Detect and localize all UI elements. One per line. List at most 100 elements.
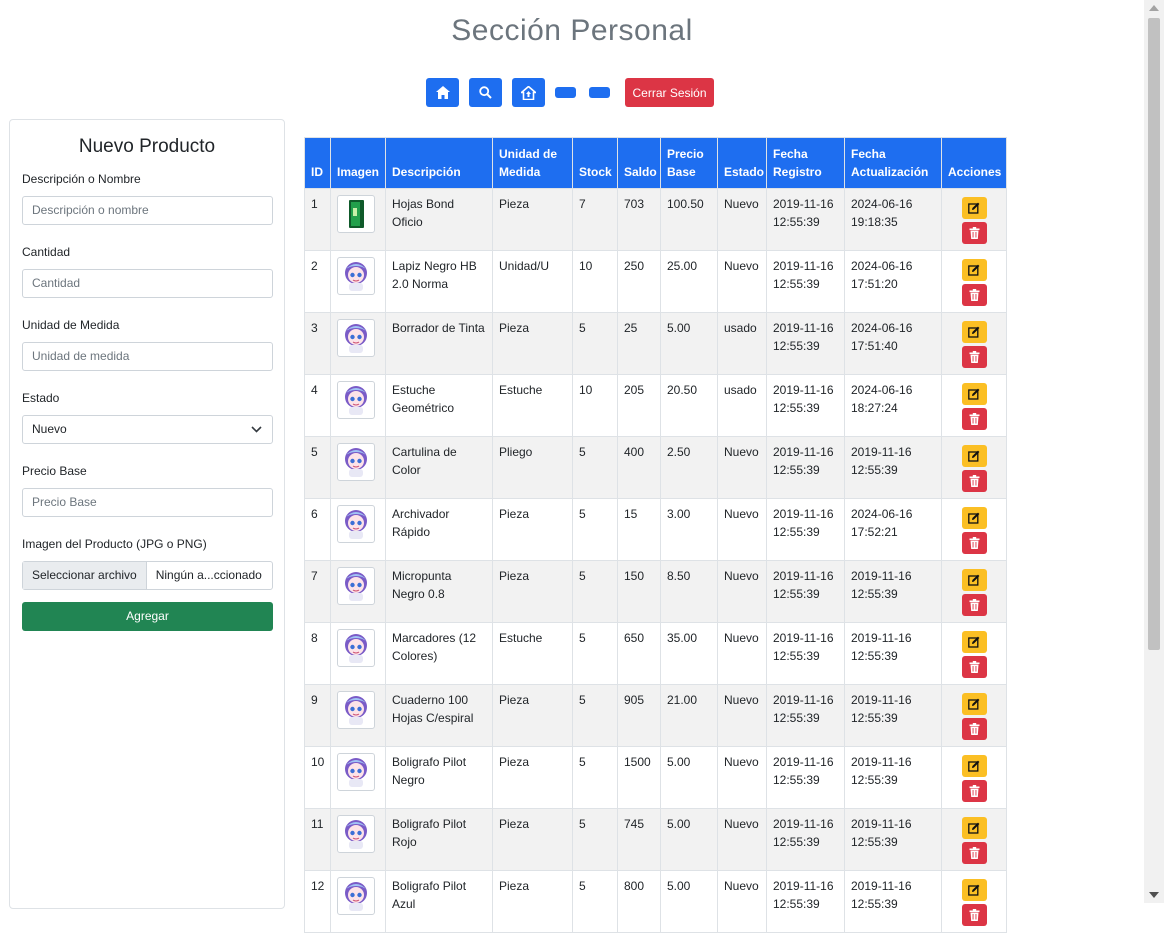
state-label: Estado bbox=[22, 391, 60, 405]
cell-saldo: 250 bbox=[617, 250, 661, 313]
avatar-icon bbox=[345, 448, 367, 477]
edit-icon bbox=[968, 326, 980, 338]
toolbar-button-blank-1[interactable] bbox=[555, 87, 576, 98]
cell-id: 2 bbox=[304, 250, 331, 313]
delete-button[interactable] bbox=[961, 780, 987, 802]
cell-unit: Estuche bbox=[492, 374, 573, 437]
trash-icon bbox=[969, 909, 979, 921]
cell-state: Nuevo bbox=[717, 622, 767, 685]
col-header-state: Estado bbox=[717, 137, 767, 189]
cell-updated: 2024-06-16 17:51:20 bbox=[844, 250, 942, 313]
cell-price: 20.50 bbox=[660, 374, 718, 437]
avatar-icon bbox=[345, 634, 367, 663]
delete-button[interactable] bbox=[961, 284, 987, 306]
delete-button[interactable] bbox=[961, 656, 987, 678]
cell-price: 5.00 bbox=[660, 312, 718, 375]
cell-created: 2019-11-16 12:55:39 bbox=[766, 374, 845, 437]
avatar-icon bbox=[345, 324, 367, 353]
cell-stock: 5 bbox=[572, 746, 618, 809]
cell-price: 8.50 bbox=[660, 560, 718, 623]
cell-unit: Estuche bbox=[492, 622, 573, 685]
product-thumbnail bbox=[337, 505, 375, 543]
trash-icon bbox=[969, 227, 979, 239]
cell-actions bbox=[941, 312, 1007, 375]
vertical-scrollbar[interactable] bbox=[1144, 0, 1164, 903]
toolbar-button-blank-2[interactable] bbox=[589, 87, 610, 98]
cell-saldo: 800 bbox=[617, 870, 661, 933]
toolbar: Cerrar Sesión bbox=[426, 78, 724, 107]
edit-button[interactable] bbox=[961, 259, 987, 281]
cell-updated: 2024-06-16 17:51:40 bbox=[844, 312, 942, 375]
edit-icon bbox=[968, 760, 980, 772]
table-row: 5 Cartulina de Color Pliego 5 400 2.50 Nuevo 20… bbox=[304, 436, 1007, 499]
chevron-down-icon bbox=[251, 426, 262, 433]
cell-image bbox=[330, 312, 386, 375]
choose-file-button[interactable]: Seleccionar archivo bbox=[23, 562, 147, 589]
col-header-stock: Stock bbox=[572, 137, 618, 189]
edit-icon bbox=[968, 388, 980, 400]
add-button[interactable]: Agregar bbox=[22, 602, 273, 631]
table-row: 8 Marcadores (12 Colores) Estuche 5 650 35.00… bbox=[304, 622, 1007, 685]
product-thumbnail bbox=[337, 753, 375, 791]
scroll-up-arrow-icon[interactable] bbox=[1149, 5, 1159, 11]
scrollbar-thumb[interactable] bbox=[1148, 18, 1160, 650]
edit-icon bbox=[968, 264, 980, 276]
trash-icon bbox=[969, 289, 979, 301]
col-header-actions: Acciones bbox=[941, 137, 1007, 189]
house-up-button[interactable] bbox=[512, 78, 545, 107]
edit-button[interactable] bbox=[961, 569, 987, 591]
search-button[interactable] bbox=[469, 78, 502, 107]
edit-button[interactable] bbox=[961, 507, 987, 529]
cell-created: 2019-11-16 12:55:39 bbox=[766, 622, 845, 685]
unit-input[interactable]: Unidad de medida bbox=[22, 342, 273, 371]
delete-button[interactable] bbox=[961, 718, 987, 740]
cell-price: 25.00 bbox=[660, 250, 718, 313]
edit-button[interactable] bbox=[961, 321, 987, 343]
edit-button[interactable] bbox=[961, 383, 987, 405]
delete-button[interactable] bbox=[961, 532, 987, 554]
cell-actions bbox=[941, 374, 1007, 437]
cell-created: 2019-11-16 12:55:39 bbox=[766, 684, 845, 747]
cell-created: 2019-11-16 12:55:39 bbox=[766, 312, 845, 375]
delete-button[interactable] bbox=[961, 842, 987, 864]
product-thumbnail bbox=[337, 443, 375, 481]
state-select[interactable]: Nuevo bbox=[22, 415, 273, 444]
cell-state: Nuevo bbox=[717, 560, 767, 623]
delete-button[interactable] bbox=[961, 346, 987, 368]
delete-button[interactable] bbox=[961, 470, 987, 492]
delete-button[interactable] bbox=[961, 904, 987, 926]
logout-button[interactable]: Cerrar Sesión bbox=[625, 78, 714, 107]
cell-created: 2019-11-16 12:55:39 bbox=[766, 746, 845, 809]
delete-button[interactable] bbox=[961, 408, 987, 430]
products-table: ID Imagen Descripción Unidad de Medida S… bbox=[304, 137, 1007, 933]
unit-label: Unidad de Medida bbox=[22, 318, 120, 332]
cell-saldo: 150 bbox=[617, 560, 661, 623]
delete-button[interactable] bbox=[961, 594, 987, 616]
cell-image bbox=[330, 560, 386, 623]
state-select-value: Nuevo bbox=[32, 422, 67, 436]
cell-unit: Pliego bbox=[492, 436, 573, 499]
cell-updated: 2024-06-16 19:18:35 bbox=[844, 188, 942, 251]
description-input[interactable]: Descripción o nombre bbox=[22, 196, 273, 225]
edit-button[interactable] bbox=[961, 693, 987, 715]
table-row: 1 Hojas Bond Oficio Pieza 7 703 100.50 Nuevo 20… bbox=[304, 188, 1007, 251]
home-button[interactable] bbox=[426, 78, 459, 107]
cell-image bbox=[330, 250, 386, 313]
image-file-input[interactable]: Seleccionar archivo Ningún a...ccionado bbox=[22, 561, 273, 590]
edit-button[interactable] bbox=[961, 197, 987, 219]
edit-button[interactable] bbox=[961, 817, 987, 839]
delete-button[interactable] bbox=[961, 222, 987, 244]
cell-image bbox=[330, 374, 386, 437]
form-title: Nuevo Producto bbox=[78, 136, 216, 157]
edit-button[interactable] bbox=[961, 755, 987, 777]
edit-button[interactable] bbox=[961, 631, 987, 653]
scroll-down-arrow-icon[interactable] bbox=[1149, 892, 1159, 898]
page-title: Sección Personal bbox=[451, 14, 693, 47]
cell-image bbox=[330, 622, 386, 685]
table-row: 7 Micropunta Negro 0.8 Pieza 5 150 8.50 Nuevo 2… bbox=[304, 560, 1007, 623]
edit-button[interactable] bbox=[961, 445, 987, 467]
price-input[interactable]: Precio Base bbox=[22, 488, 273, 517]
edit-button[interactable] bbox=[961, 879, 987, 901]
cell-created: 2019-11-16 12:55:39 bbox=[766, 560, 845, 623]
quantity-input[interactable]: Cantidad bbox=[22, 269, 273, 298]
